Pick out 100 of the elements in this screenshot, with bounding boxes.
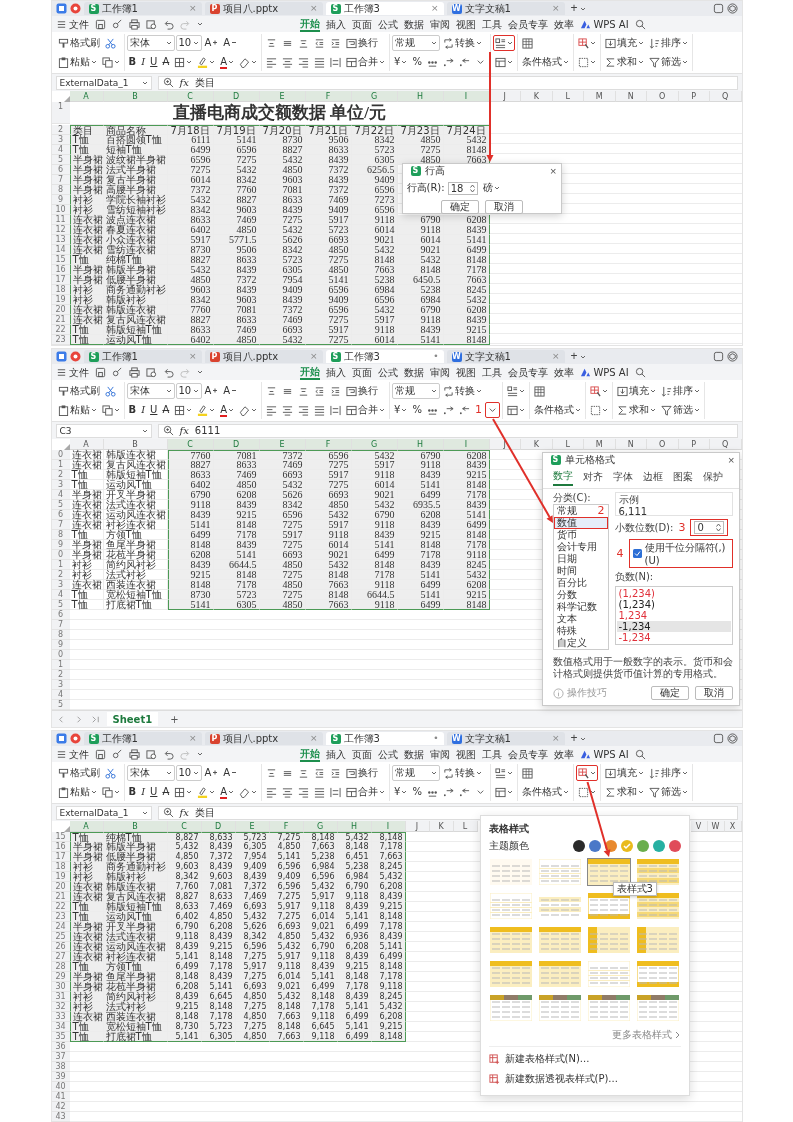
row-number[interactable]: 30 [51, 982, 70, 992]
negative-format-item[interactable]: -1,234 [616, 632, 731, 643]
dialog-launcher-button[interactable] [485, 402, 500, 418]
category-item[interactable]: 特殊 [553, 625, 608, 637]
row-number[interactable]: 0 [51, 650, 70, 660]
row-number[interactable]: 3 [51, 680, 70, 690]
column-header[interactable]: F [305, 439, 352, 450]
row-number[interactable]: 1 [51, 560, 70, 570]
document-tab[interactable]: S 工作簿1 × [83, 732, 202, 745]
column-header[interactable]: N [615, 439, 647, 450]
preview-icon[interactable] [145, 366, 157, 378]
ai-button[interactable]: WPS AI [580, 746, 629, 762]
menu-tab[interactable]: 视图 [456, 746, 477, 762]
document-tab[interactable]: S 工作簿3 × [325, 2, 444, 15]
bold-button[interactable]: B [126, 54, 139, 70]
column-header[interactable]: E [259, 91, 306, 102]
font-color-button[interactable]: A [218, 784, 237, 800]
row-column-button[interactable] [505, 383, 527, 399]
row-number[interactable]: 22 [51, 902, 70, 912]
app-icon[interactable] [55, 733, 67, 744]
name-box[interactable]: ExternalData_1 [55, 805, 152, 820]
column-header[interactable]: K [521, 439, 553, 450]
paste-button[interactable]: 粘贴 [55, 402, 99, 418]
paste-button[interactable]: 粘贴 [55, 54, 99, 70]
row-number[interactable]: 0 [51, 450, 70, 460]
row-number[interactable]: 42 [51, 1102, 70, 1112]
document-tab[interactable]: P 项目八.pptx × [204, 732, 323, 745]
row-number[interactable]: 24 [51, 922, 70, 932]
row-number[interactable]: 18 [51, 862, 70, 872]
close-button[interactable]: × [728, 454, 735, 466]
column-header[interactable]: I [371, 821, 406, 832]
copy-button[interactable] [99, 402, 122, 418]
sum-button[interactable]: 求和 [615, 402, 658, 418]
column-header[interactable]: A [69, 439, 104, 450]
row-number[interactable]: 43 [51, 1112, 70, 1122]
row-number[interactable]: 28 [51, 962, 70, 972]
sheet-tab[interactable]: Sheet1 [106, 712, 159, 726]
row-number[interactable]: 7 [51, 620, 70, 630]
row-number[interactable]: 26 [51, 942, 70, 952]
dialog-tab[interactable]: 字体 [612, 469, 633, 486]
close-button[interactable]: • [433, 732, 439, 745]
column-header[interactable]: B [103, 439, 168, 450]
category-item[interactable]: 时间 [553, 565, 608, 577]
percent-button[interactable]: % [410, 402, 424, 418]
strikethrough-button[interactable]: A [160, 402, 172, 418]
merge-button[interactable]: 合并 [344, 402, 388, 418]
currency-button[interactable]: ¥ [392, 784, 410, 800]
menu-tab[interactable]: 公式 [378, 16, 399, 32]
category-item[interactable]: 文本 [553, 613, 608, 625]
row-number[interactable]: 40 [51, 1082, 70, 1092]
cube-icon[interactable] [726, 3, 738, 14]
column-header[interactable]: I [443, 91, 490, 102]
color-swatch[interactable] [652, 840, 665, 852]
font-color-button[interactable]: A [218, 54, 237, 70]
menu-tab[interactable]: 效率 [554, 16, 575, 32]
column-header[interactable]: Q [710, 439, 742, 450]
function-label[interactable]: fx [179, 807, 189, 818]
menu-tab[interactable]: 效率 [554, 364, 575, 380]
row-number[interactable]: 23 [51, 335, 70, 345]
row-number[interactable]: 5 [51, 700, 70, 710]
column-header[interactable]: B [103, 821, 168, 832]
column-header[interactable]: C [167, 91, 214, 102]
conditional-format-button[interactable]: 条件格式 [520, 784, 571, 800]
row-number[interactable]: 34 [51, 1022, 70, 1032]
thousands-separator-checkbox[interactable]: 使用千位分隔符(,)(U) [628, 539, 733, 568]
column-header[interactable]: J [405, 821, 430, 832]
currency-button[interactable]: ¥ [392, 54, 410, 70]
dropdown-field[interactable]: 常规 [392, 383, 441, 399]
strikethrough-button[interactable]: A [160, 54, 172, 70]
menu-tab[interactable]: 会员专享 [508, 746, 549, 762]
dropdown-field[interactable]: 常规 [392, 35, 441, 51]
dialog-tab[interactable]: 数字 [552, 469, 573, 486]
menu-tab[interactable]: 插入 [326, 364, 347, 380]
print-icon[interactable] [128, 18, 140, 30]
menu-tab[interactable]: 会员专享 [508, 364, 549, 380]
menu-tab[interactable]: 数据 [404, 364, 425, 380]
column-header[interactable]: V [690, 821, 708, 832]
row-number[interactable]: 21 [51, 892, 70, 902]
column-header[interactable]: J [489, 91, 521, 102]
column-header[interactable]: C [167, 439, 214, 450]
row-number[interactable]: 3 [51, 580, 70, 590]
save-icon[interactable] [94, 18, 106, 30]
menu-tab[interactable]: 视图 [456, 364, 477, 380]
decimals-field[interactable]: 0 [694, 521, 725, 534]
zoom-icon[interactable] [162, 807, 174, 818]
column-header[interactable]: L [453, 821, 478, 832]
row-number[interactable]: 17 [51, 852, 70, 862]
formula-field[interactable]: fx 类目 [157, 75, 738, 90]
dialog-tab[interactable]: 图案 [672, 469, 693, 486]
row-number[interactable]: 33 [51, 1012, 70, 1022]
font-color-button[interactable]: A [218, 402, 237, 418]
column-header[interactable]: Q [710, 91, 742, 102]
fill-button[interactable]: 填充 [603, 765, 646, 781]
filter-button[interactable]: 筛选 [659, 402, 702, 418]
convert-button[interactable]: 转换 [441, 383, 485, 399]
row-number[interactable]: 10 [51, 205, 70, 215]
menu-tab[interactable]: 公式 [378, 746, 399, 762]
shrink-font-button[interactable]: A [221, 765, 240, 781]
percent-button[interactable]: % [410, 54, 424, 70]
ai-button[interactable]: WPS AI [580, 16, 629, 32]
